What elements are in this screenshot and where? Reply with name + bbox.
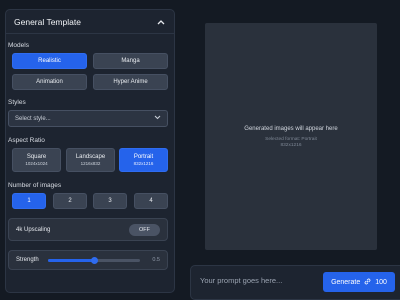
aspect-option-size: 1216x832 (80, 160, 101, 166)
style-select-placeholder: Select style... (15, 115, 51, 122)
num-images-3-button[interactable]: 3 (93, 193, 127, 209)
aspect-landscape-button[interactable]: Landscape 1216x832 (66, 148, 115, 172)
model-manga-button[interactable]: Manga (93, 53, 168, 69)
panel-title: General Template (14, 16, 81, 27)
generate-cost: 100 (375, 278, 387, 286)
preview-resolution: 832x1216 (280, 142, 302, 148)
link-icon (364, 278, 371, 287)
strength-slider-fill (48, 258, 94, 262)
model-option-label: Manga (121, 58, 140, 64)
model-option-label: Animation (36, 79, 63, 85)
model-hyper-anime-button[interactable]: Hyper Anime (93, 74, 168, 90)
aspect-option-size: 1024x1024 (25, 160, 48, 166)
model-realistic-button[interactable]: Realistic (12, 53, 87, 69)
generate-label: Generate (331, 278, 361, 286)
strength-slider[interactable] (48, 256, 140, 264)
chevron-up-icon[interactable] (156, 17, 166, 27)
styles-label: Styles (8, 99, 26, 106)
num-option-label: 4 (149, 198, 153, 204)
aspect-option-name: Square (26, 153, 47, 160)
num-images-1-button[interactable]: 1 (12, 193, 46, 209)
aspect-square-button[interactable]: Square 1024x1024 (12, 148, 61, 172)
num-images-2-button[interactable]: 2 (53, 193, 87, 209)
strength-label: Strength (16, 257, 39, 263)
aspect-option-size: 832x1216 (133, 160, 154, 166)
aspect-option-name: Landscape (75, 153, 106, 160)
aspect-ratio-label: Aspect Ratio (8, 137, 45, 144)
preview-format: Selected format: Portrait (265, 136, 317, 142)
models-label: Models (8, 42, 29, 49)
num-option-label: 3 (108, 198, 112, 204)
chevron-down-icon (154, 115, 161, 122)
upscaling-row: 4k Upscaling OFF (8, 218, 168, 241)
panel-header[interactable]: General Template (6, 10, 174, 34)
num-images-4-button[interactable]: 4 (134, 193, 168, 209)
upscaling-label: 4k Upscaling (16, 226, 51, 233)
aspect-option-name: Portrait (133, 153, 154, 160)
preview-message: Generated images will appear here (244, 125, 338, 132)
prompt-input[interactable]: Your prompt goes here... (200, 276, 282, 285)
style-select[interactable]: Select style... (8, 110, 168, 127)
model-option-label: Hyper Anime (113, 79, 148, 85)
num-option-label: 1 (27, 198, 31, 204)
num-images-label: Number of images (8, 182, 62, 189)
model-option-label: Realistic (38, 58, 61, 64)
strength-row: Strength 0.5 (8, 250, 168, 270)
aspect-portrait-button[interactable]: Portrait 832x1216 (119, 148, 168, 172)
strength-slider-handle[interactable] (90, 256, 98, 264)
generate-button[interactable]: Generate 100 (323, 272, 395, 292)
strength-value: 0.5 (152, 257, 160, 263)
image-preview-area: Generated images will appear here Select… (205, 23, 377, 250)
num-option-label: 2 (68, 198, 72, 204)
upscaling-toggle[interactable]: OFF (129, 223, 160, 236)
model-animation-button[interactable]: Animation (12, 74, 87, 90)
